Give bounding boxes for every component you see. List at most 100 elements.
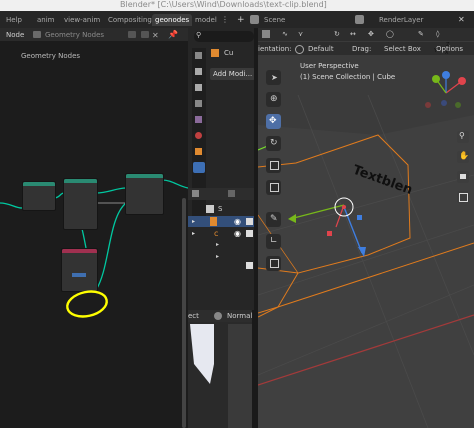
outliner-row-text[interactable]: ▸ c ◉ <box>188 228 258 239</box>
render-camera-icon-3[interactable] <box>246 262 253 269</box>
outliner-row-label: S <box>218 205 223 213</box>
tab-view-anim[interactable]: view-anim <box>61 14 103 26</box>
window-titlebar: Blender* [C:\Users\Wind\Downloads\text-c… <box>0 0 474 11</box>
options-dropdown[interactable]: Options <box>436 45 463 53</box>
3d-viewport[interactable]: ∿ ⋎ ↻ ↔ ✥ ◯ ✎ ◊ ientation: Default Drag:… <box>258 28 474 428</box>
add-cube-tool-icon[interactable] <box>266 256 281 271</box>
object-name[interactable]: Cu <box>224 49 233 57</box>
help-menu[interactable]: Help <box>3 14 25 26</box>
zoom-icon[interactable]: ⚲ <box>457 131 469 143</box>
tab-anim[interactable]: anim <box>34 14 58 26</box>
modifier-tab-icon[interactable] <box>193 162 205 173</box>
shading-dropdown[interactable]: Normal <box>227 312 252 320</box>
view-layer-tab-icon[interactable] <box>195 100 202 107</box>
move-icon[interactable]: ✥ <box>368 30 374 38</box>
outliner-header <box>188 188 258 200</box>
viewport-scene: Textblen <box>258 55 474 428</box>
snap-curve-icon[interactable]: ∿ <box>282 30 288 38</box>
expand-icon-2[interactable]: ▸ <box>192 230 195 237</box>
orientation-dropdown[interactable]: Default <box>308 45 334 53</box>
rotate-tool-icon[interactable]: ↻ <box>266 136 281 151</box>
node-editor-scrollbar[interactable] <box>182 198 186 428</box>
object-tab-icon[interactable] <box>195 148 202 155</box>
preview-image <box>190 324 258 428</box>
expand-icon[interactable]: ▸ <box>192 218 195 225</box>
select-mode-icon[interactable] <box>262 30 270 38</box>
gizmo-x-label: X <box>445 50 449 56</box>
world-tab-icon[interactable] <box>195 132 202 139</box>
scale-icon[interactable]: ↔ <box>350 30 356 38</box>
outliner-display-icon[interactable] <box>228 190 235 197</box>
proportional-icon[interactable]: ⋎ <box>298 30 303 38</box>
camera-view-icon[interactable] <box>457 171 469 183</box>
transform-icon[interactable]: ◯ <box>386 30 394 38</box>
text-object-icon: c <box>214 229 219 238</box>
search-input[interactable]: ⚲ <box>194 31 254 42</box>
node-group-input[interactable] <box>22 181 56 211</box>
add-modifier-button[interactable]: Add Modi... <box>210 68 255 80</box>
add-modifier-label: Add Modi... <box>213 70 253 78</box>
render-camera-icon[interactable] <box>246 218 253 225</box>
search-icon: ⚲ <box>196 31 202 39</box>
drag-label: Drag: <box>352 45 372 53</box>
pan-hand-icon[interactable]: ✋ <box>457 151 469 163</box>
node-group-output[interactable] <box>125 173 164 215</box>
tool-tab-icon[interactable] <box>195 52 202 59</box>
add-workspace-icon[interactable]: + <box>237 15 247 25</box>
tab-overflow-icon[interactable]: ⋮ <box>221 15 231 25</box>
preview-header: ect Normal <box>188 310 258 322</box>
scale-tool-icon[interactable] <box>266 158 281 173</box>
viewport-toolbar: ➤ ⊕ ✥ ↻ ✎ ∟ <box>264 70 286 271</box>
mesh-icon <box>210 217 217 226</box>
orientation-label: ientation: <box>258 45 292 53</box>
measure-tool-icon[interactable]: ∟ <box>266 234 281 249</box>
transform-tool-icon[interactable] <box>266 180 281 195</box>
gizmo-z-label: Z <box>446 42 450 48</box>
scene-icon <box>250 15 259 24</box>
tab-compositing[interactable]: Compositing <box>105 14 155 26</box>
outliner-child-2[interactable]: ▸ <box>216 253 219 260</box>
tab-geonodes[interactable]: geonodes <box>152 14 193 26</box>
view-name-label: User Perspective <box>300 62 359 70</box>
top-menubar: Help anim view-anim Compositing geonodes… <box>0 11 474 28</box>
properties-panel: ⚲ Cu Add Modi... S ▸ ◉ ▸ c ◉ ▸ ▸ <box>188 28 258 310</box>
tab-model[interactable]: model <box>192 14 220 26</box>
drag-dropdown[interactable]: Select Box <box>384 45 421 53</box>
render-camera-icon-2[interactable] <box>246 230 253 237</box>
annotate-tool-icon[interactable]: ✎ <box>266 212 281 227</box>
outliner-row-cube[interactable]: ▸ ◉ <box>188 216 258 227</box>
node-input-field[interactable] <box>72 273 86 277</box>
annotate-icon[interactable]: ✎ <box>418 30 424 38</box>
viewport-header: ∿ ⋎ ↻ ↔ ✥ ◯ ✎ ◊ <box>258 28 474 41</box>
node-set-position[interactable] <box>63 178 98 230</box>
gizmo-y-label: Y <box>434 48 438 54</box>
output-tab-icon[interactable] <box>195 84 202 91</box>
scene-tab-icon[interactable] <box>195 116 202 123</box>
tweak-tool-icon[interactable]: ➤ <box>266 70 281 85</box>
scene-name[interactable]: Scene <box>261 14 288 26</box>
preview-label: ect <box>188 312 199 320</box>
collection-icon <box>206 205 214 213</box>
visibility-eye-icon-2[interactable]: ◉ <box>234 229 241 238</box>
shading-icon <box>214 312 222 320</box>
window-title: Blender* [C:\Users\Wind\Downloads\text-c… <box>120 0 327 9</box>
render-layer-name[interactable]: RenderLayer <box>376 14 426 26</box>
visibility-eye-icon[interactable]: ◉ <box>234 217 241 226</box>
perspective-toggle-icon[interactable] <box>457 191 469 203</box>
cursor-tool-icon[interactable]: ⊕ <box>266 92 281 107</box>
render-tab-icon[interactable] <box>195 68 202 75</box>
image-preview-panel: ect Normal <box>188 310 258 428</box>
render-layer-icon <box>355 15 364 24</box>
object-icon <box>211 49 219 57</box>
outliner-row-scene[interactable]: S <box>206 204 258 214</box>
node-editor[interactable]: Node Geometry Nodes ✕ 📌 Geometry Nodes <box>0 28 188 428</box>
remove-view-layer-icon[interactable]: ✕ <box>458 15 465 24</box>
tool-settings-bar: ientation: Default Drag: Select Box Opti… <box>258 42 474 55</box>
move-tool-icon[interactable]: ✥ <box>266 114 281 129</box>
filter-icon[interactable] <box>192 190 199 197</box>
highlight-annotation <box>66 290 108 318</box>
rotate-icon[interactable]: ↻ <box>334 30 340 38</box>
outliner-child-1[interactable]: ▸ <box>216 241 219 248</box>
measure-icon[interactable]: ◊ <box>436 30 439 38</box>
collection-label: (1) Scene Collection | Cube <box>300 73 396 81</box>
